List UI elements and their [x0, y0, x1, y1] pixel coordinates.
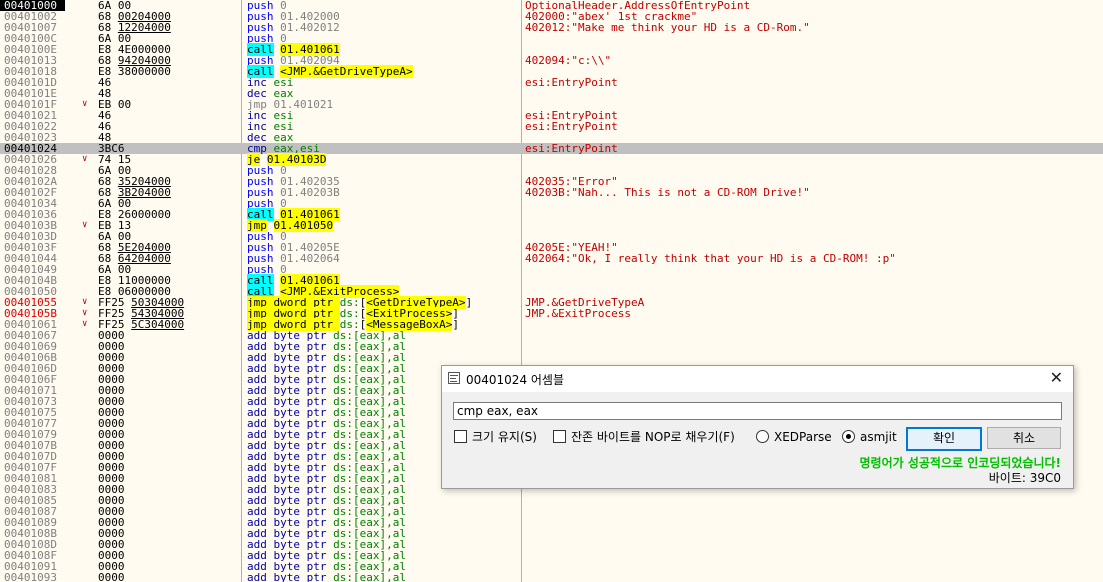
checkbox-box[interactable] — [454, 430, 467, 443]
fill-nop-label: 잔존 바이트를 NOP로 채우기(F) — [571, 430, 735, 444]
jump-arrow-icon: ∨ — [82, 308, 88, 318]
disasm-row[interactable]: 00401022 46 inc esi esi:EntryPoint — [0, 121, 1103, 132]
disasm-row[interactable]: 0040108B 0000 add byte ptr ds:[eax],al — [0, 528, 1103, 539]
encoded-bytes: 바이트: 39C0 — [988, 471, 1061, 485]
disasm-row[interactable]: 0040108D 0000 add byte ptr ds:[eax],al — [0, 539, 1103, 550]
fill-nop-checkbox[interactable]: 잔존 바이트를 NOP로 채우기(F) — [553, 429, 735, 445]
disasm-row[interactable]: 00401089 0000 add byte ptr ds:[eax],al — [0, 517, 1103, 528]
disasm-row[interactable]: 00401024 3BC6 cmp eax,esi esi:EntryPoint — [0, 143, 1103, 154]
xedparse-label: XEDParse — [774, 430, 832, 444]
keep-size-label: 크기 유지(S) — [472, 430, 537, 444]
radio-circle[interactable] — [756, 430, 769, 443]
disasm-row[interactable]: 00401091 0000 add byte ptr ds:[eax],al — [0, 561, 1103, 572]
disasm-row[interactable]: 00401085 0000 add byte ptr ds:[eax],al — [0, 495, 1103, 506]
disasm-row[interactable]: 0040101E 48 dec eax — [0, 88, 1103, 99]
instruction[interactable]: add byte ptr ds:[eax],al — [247, 572, 406, 582]
jump-arrow-icon: ∨ — [82, 220, 88, 230]
disasm-row[interactable]: 0040102F 68 3B204000 push 01.40203B 40203B:… — [0, 187, 1103, 198]
disasm-row[interactable]: 00401044 68 64204000 push 01.402064 402064:… — [0, 253, 1103, 264]
comment: 40203B:"Nah... This is not a CD-ROM Driv… — [525, 186, 810, 199]
jump-arrow-icon: ∨ — [82, 99, 88, 109]
jump-arrow-icon: ∨ — [82, 297, 88, 307]
disasm-row[interactable]: 0040103B ∨ EB 13 jmp 01.401050 — [0, 219, 1103, 232]
dialog-title: 00401024 어셈블 — [466, 373, 565, 387]
close-icon[interactable]: ✕ — [1050, 368, 1063, 388]
keep-size-checkbox[interactable]: 크기 유지(S) — [454, 429, 537, 445]
cancel-button[interactable]: 취소 — [987, 427, 1061, 449]
jump-arrow-icon: ∨ — [82, 319, 88, 329]
address[interactable]: 00401093 — [4, 572, 57, 582]
ok-button[interactable]: 확인 — [906, 427, 982, 451]
disasm-row[interactable]: 00401036 E8 26000000 call 01.401061 — [0, 208, 1103, 221]
disasm-row[interactable]: 00401067 0000 add byte ptr ds:[eax],al — [0, 330, 1103, 341]
dialog-titlebar: 00401024 어셈블 ✕ — [442, 366, 1073, 392]
comment: JMP.&ExitProcess — [525, 307, 631, 320]
asmjit-label: asmjit — [860, 430, 897, 444]
disasm-row[interactable]: 0040108F 0000 add byte ptr ds:[eax],al — [0, 550, 1103, 561]
instruction-input[interactable]: cmp eax, eax — [453, 402, 1062, 420]
disasm-row[interactable]: 00401061 ∨ FF25 5C304000 jmp dword ptr ds:[… — [0, 318, 1103, 331]
jump-arrow-icon: ∨ — [82, 154, 88, 164]
xedparse-radio[interactable]: XEDParse — [756, 429, 832, 445]
disasm-row[interactable]: 00401007 68 12204000 push 01.402012 402012:… — [0, 22, 1103, 33]
disasm-row[interactable]: 00401093 0000 add byte ptr ds:[eax],al — [0, 572, 1103, 582]
asmjit-radio[interactable]: asmjit — [842, 429, 897, 445]
disasm-row[interactable]: 00401069 0000 add byte ptr ds:[eax],al — [0, 341, 1103, 352]
opcode-bytes: 0000 — [98, 571, 125, 582]
comment: esi:EntryPoint — [525, 76, 618, 89]
disasm-row[interactable]: 00401087 0000 add byte ptr ds:[eax],al — [0, 506, 1103, 517]
checkbox-box[interactable] — [553, 430, 566, 443]
disasm-row[interactable]: 0040101D 46 inc esi esi:EntryPoint — [0, 77, 1103, 88]
comment: 402094:"c:\\" — [525, 54, 612, 67]
disassembly-view[interactable]: 00401000 6A 00 push 0 OptionalHeader.Addres… — [0, 0, 1103, 582]
assemble-icon — [448, 372, 460, 384]
disasm-row[interactable]: 00401026 ∨ 74 15 je 01.40103D — [0, 153, 1103, 166]
radio-circle-selected[interactable] — [842, 430, 855, 443]
comment: 402012:"Make me think your HD is a CD-Ro… — [525, 21, 810, 34]
disasm-row[interactable]: 0040106B 0000 add byte ptr ds:[eax],al — [0, 352, 1103, 363]
comment: 402064:"Ok, I really think that your HD … — [525, 252, 896, 265]
comment: esi:EntryPoint — [525, 142, 618, 155]
comment: esi:EntryPoint — [525, 120, 618, 133]
assemble-dialog: 00401024 어셈블 ✕ cmp eax, eax 크기 유지(S) 잔존 … — [441, 365, 1074, 489]
